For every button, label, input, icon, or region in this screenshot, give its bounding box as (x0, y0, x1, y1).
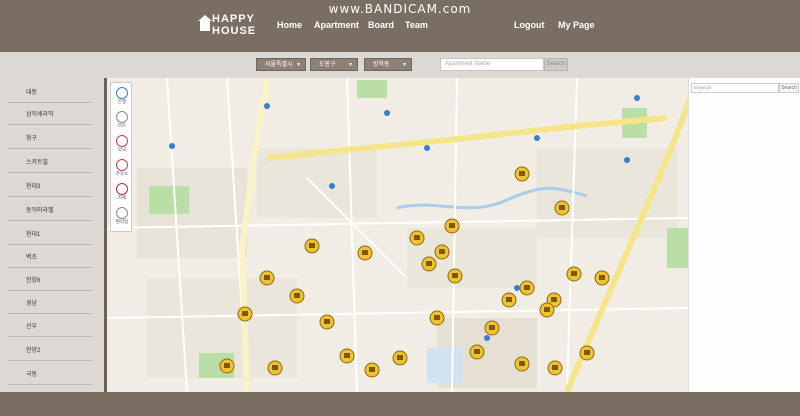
map-view[interactable] (107, 78, 688, 392)
keyword-search-button[interactable]: Search (779, 83, 799, 93)
sidebar-item[interactable]: 선우 (8, 317, 92, 337)
map-control-label: 은행 (117, 99, 127, 104)
logo-text-line2: HOUSE (212, 25, 257, 37)
footer-bar (0, 392, 800, 416)
water-area (427, 348, 462, 383)
dong-select-value: 방학동 (373, 62, 390, 68)
house-icon (198, 15, 212, 31)
cafe-icon (116, 183, 128, 195)
filter-bar: 서울특별시 ▼ 도봉구 ▼ 방학동 ▼ Apartment Name Searc… (0, 52, 800, 78)
map-control-label: 마트 (117, 123, 127, 128)
sidebar-item[interactable]: 동익미라벨 (8, 201, 92, 221)
apartment-search-input[interactable]: Apartment Name (440, 58, 544, 71)
sidebar-item[interactable]: 한양6 (8, 271, 92, 291)
nav-board[interactable]: Board (368, 20, 394, 30)
map-category-controls: 은행 마트 약국 주유소 카페 편의점 (110, 82, 132, 232)
map-control-mart[interactable]: 마트 (113, 111, 131, 129)
district-select-value: 도봉구 (319, 62, 336, 68)
sidebar-item[interactable]: 현대1 (8, 225, 92, 245)
nav-apartment[interactable]: Apartment (314, 20, 359, 30)
dong-select[interactable]: 방학동 ▼ (364, 58, 412, 71)
map-control-label: 편의점 (115, 219, 129, 224)
park (149, 186, 189, 214)
apartment-list-sidebar: 대동 삼익세라믹 청구 스카트빌 현대3 동익미라벨 현대1 벽조 한양6 경남… (0, 78, 104, 392)
gas-station-icon (116, 159, 128, 171)
keyword-input[interactable]: keyword (691, 83, 779, 93)
city-select-value: 서울특별시 (265, 62, 293, 68)
chevron-down-icon: ▼ (348, 62, 353, 68)
chevron-down-icon: ▼ (296, 62, 301, 68)
nav-home[interactable]: Home (277, 20, 302, 30)
nav-team[interactable]: Team (405, 20, 428, 30)
sidebar-item[interactable]: 경남 (8, 294, 92, 314)
bank-icon (116, 87, 128, 99)
map-canvas[interactable] (107, 78, 688, 392)
sidebar-item[interactable]: 삼익세라믹 (8, 105, 92, 125)
map-control-label: 주유소 (115, 171, 129, 176)
sidebar-item[interactable]: 극동 (8, 365, 92, 385)
map-control-label: 약국 (117, 147, 127, 152)
store-icon (116, 207, 128, 219)
park (667, 228, 688, 268)
nav-mypage[interactable]: My Page (558, 20, 595, 30)
sidebar-item[interactable]: 현대3 (8, 177, 92, 197)
apartment-search-button[interactable]: Search (544, 58, 568, 71)
map-control-label: 카페 (117, 195, 127, 200)
chevron-down-icon: ▼ (402, 62, 407, 68)
city-select[interactable]: 서울특별시 ▼ (256, 58, 306, 71)
sidebar-item[interactable]: 벽조 (8, 248, 92, 268)
map-control-bank[interactable]: 은행 (113, 87, 131, 105)
keyword-search-panel: keyword Search (688, 78, 800, 392)
sidebar-item[interactable]: 한양2 (8, 341, 92, 361)
sidebar-item[interactable]: 스카트빌 (8, 153, 92, 173)
cart-icon (116, 111, 128, 123)
map-control-cafe[interactable]: 카페 (113, 183, 131, 201)
happy-house-logo[interactable]: HAPPY HOUSE (198, 14, 260, 40)
sidebar-item[interactable]: 대동 (8, 83, 92, 103)
nav-logout[interactable]: Logout (514, 20, 545, 30)
map-control-gas[interactable]: 주유소 (113, 159, 131, 177)
map-control-store[interactable]: 편의점 (113, 207, 131, 225)
bandicam-watermark: www.BANDICAM.com (328, 2, 472, 16)
pharmacy-icon (116, 135, 128, 147)
park (357, 80, 387, 98)
map-control-pharmacy[interactable]: 약국 (113, 135, 131, 153)
sidebar-item[interactable]: 청구 (8, 129, 92, 149)
district-select[interactable]: 도봉구 ▼ (310, 58, 358, 71)
